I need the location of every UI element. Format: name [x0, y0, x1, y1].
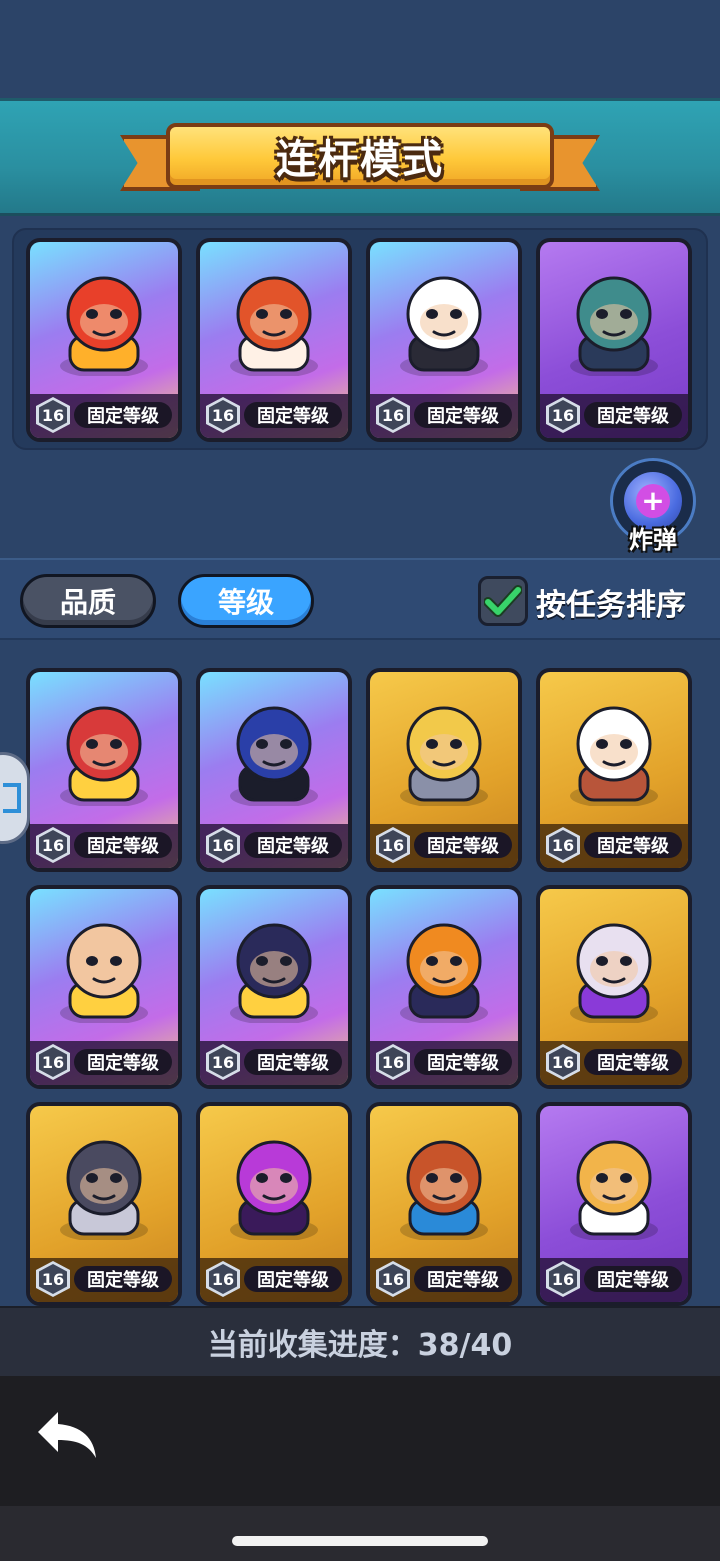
side-drawer-tab[interactable]	[0, 752, 30, 844]
filter-bar: 品质 等级 按任务排序	[0, 558, 720, 640]
team-hero-card[interactable]: 16 固定等级	[26, 238, 182, 442]
level-filter-button[interactable]: 等级	[178, 574, 314, 628]
monk-hero-icon	[48, 905, 160, 1023]
quality-filter-button[interactable]: 品质	[20, 574, 156, 628]
collection-progress-text: 当前收集进度：38/40	[207, 1328, 513, 1363]
fixed-level-label: 固定等级	[414, 1266, 512, 1292]
level-number: 16	[209, 830, 237, 860]
level-number: 16	[379, 1264, 407, 1294]
collection-hero-card[interactable]: 16 固定等级	[536, 1102, 692, 1306]
level-number: 16	[39, 1264, 67, 1294]
level-number: 16	[549, 1264, 577, 1294]
fixed-level-label: 固定等级	[244, 1266, 342, 1292]
collection-hero-card[interactable]: 16 固定等级	[536, 885, 692, 1089]
wolf-hero-icon	[48, 1122, 160, 1240]
home-indicator[interactable]	[232, 1536, 488, 1546]
fixed-level-label: 固定等级	[414, 1049, 512, 1075]
fixed-level-label: 固定等级	[244, 832, 342, 858]
back-button[interactable]	[32, 1406, 102, 1462]
page-title: 连杆模式	[276, 137, 444, 183]
team-hero-card[interactable]: 16 固定等级	[196, 238, 352, 442]
collection-hero-card[interactable]: 16 固定等级	[26, 885, 182, 1089]
level-number: 16	[209, 400, 237, 430]
mode-banner: 连杆模式	[0, 98, 720, 216]
fixed-level-label: 固定等级	[244, 1049, 342, 1075]
fixed-level-label: 固定等级	[74, 1049, 172, 1075]
bomb-button[interactable]: + 炸弹	[610, 458, 696, 554]
collection-hero-card[interactable]: 16 固定等级	[196, 1102, 352, 1306]
level-number: 16	[549, 830, 577, 860]
lizard-hero-icon	[218, 258, 330, 376]
pirate-hero-icon	[218, 905, 330, 1023]
phoenix-hero-icon	[48, 258, 160, 376]
level-number: 16	[379, 400, 407, 430]
level-number: 16	[209, 1047, 237, 1077]
fixed-level-label: 固定等级	[584, 402, 682, 428]
fixed-level-label: 固定等级	[244, 402, 342, 428]
plus-icon: +	[636, 484, 670, 518]
team-hero-card[interactable]: 16 固定等级	[536, 238, 692, 442]
spider-hero-icon	[218, 1122, 330, 1240]
level-number: 16	[379, 1047, 407, 1077]
bottom-safe-area	[0, 1506, 720, 1561]
fixed-level-label: 固定等级	[74, 1266, 172, 1292]
level-number: 16	[379, 830, 407, 860]
level-number: 16	[39, 400, 67, 430]
bottom-bar-body	[0, 1376, 720, 1508]
level-number: 16	[549, 1047, 577, 1077]
collection-hero-card[interactable]: 16 固定等级	[196, 885, 352, 1089]
top-strip	[0, 0, 720, 98]
side-tab-icon	[3, 783, 21, 813]
fixed-level-label: 固定等级	[414, 402, 512, 428]
fixed-level-label: 固定等级	[74, 402, 172, 428]
vampire-maid-hero-icon	[558, 905, 670, 1023]
collection-hero-card[interactable]: 16 固定等级	[366, 1102, 522, 1306]
panda-hero-icon	[388, 258, 500, 376]
pumpkin-hero-icon	[388, 905, 500, 1023]
anubis-hero-icon	[218, 688, 330, 806]
tiger-pirate-hero-icon	[558, 1122, 670, 1240]
zombie-hero-icon	[558, 258, 670, 376]
knight-hero-icon	[388, 688, 500, 806]
level-number: 16	[39, 830, 67, 860]
collection-hero-card[interactable]: 16 固定等级	[26, 1102, 182, 1306]
level-number: 16	[209, 1264, 237, 1294]
level-number: 16	[39, 1047, 67, 1077]
bomb-label: 炸弹	[629, 526, 677, 554]
fixed-level-label: 固定等级	[584, 832, 682, 858]
collection-hero-card[interactable]: 16 固定等级	[196, 668, 352, 872]
fixed-level-label: 固定等级	[584, 1266, 682, 1292]
collection-hero-card[interactable]: 16 固定等级	[366, 668, 522, 872]
title-ribbon: 连杆模式	[166, 123, 554, 189]
level-number: 16	[549, 400, 577, 430]
collection-hero-card[interactable]: 16 固定等级	[366, 885, 522, 1089]
checkmark-icon	[484, 585, 522, 617]
fixed-level-label: 固定等级	[414, 832, 512, 858]
collection-progress-bar: 当前收集进度：38/40	[0, 1306, 720, 1376]
fixed-level-label: 固定等级	[74, 832, 172, 858]
collection-hero-card[interactable]: 16 固定等级	[26, 668, 182, 872]
samurai-hero-icon	[48, 688, 160, 806]
fixed-level-label: 固定等级	[584, 1049, 682, 1075]
team-hero-card[interactable]: 16 固定等级	[366, 238, 522, 442]
old-mechanic-hero-icon	[558, 688, 670, 806]
tribal-girl-hero-icon	[388, 1122, 500, 1240]
sort-by-task-label[interactable]: 按任务排序	[536, 580, 686, 624]
back-arrow-icon	[38, 1412, 96, 1458]
collection-hero-card[interactable]: 16 固定等级	[536, 668, 692, 872]
sort-by-task-checkbox[interactable]	[478, 576, 528, 626]
